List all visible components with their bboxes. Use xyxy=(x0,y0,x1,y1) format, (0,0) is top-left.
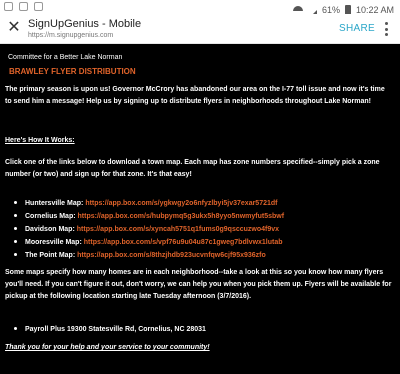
more-options-icon[interactable] xyxy=(383,20,389,38)
pickup-address: Payroll Plus 19300 Statesville Rd, Corne… xyxy=(25,326,206,333)
intro-paragraph: The primary season is upon us! Governor … xyxy=(5,86,385,105)
page-title-area: SignUpGenius - Mobile https://m.signupge… xyxy=(28,17,288,40)
pickup-location: Payroll Plus 19300 Statesville Rd, Corne… xyxy=(14,324,206,336)
pickup-paragraph: Some maps specify how many homes are in … xyxy=(5,269,392,300)
status-bar: 61% 10:22 AM xyxy=(0,0,400,19)
map-links-list: Huntersville Map: https://app.box.com/s/… xyxy=(14,198,394,263)
map-link-mooresville[interactable]: https://app.box.com/s/vpf76u9u04u87c1gwe… xyxy=(84,239,283,246)
map-link-the-point[interactable]: https://app.box.com/s/8thzjhdb923ucvnfqw… xyxy=(77,252,266,259)
page-title: SignUpGenius - Mobile xyxy=(28,18,142,30)
list-item: Huntersville Map: https://app.box.com/s/… xyxy=(14,198,394,211)
gallery-icon xyxy=(34,2,43,11)
list-item: The Point Map: https://app.box.com/s/8th… xyxy=(14,250,394,263)
thank-you-note: Thank you for your help and your service… xyxy=(5,344,210,351)
list-item: Mooresville Map: https://app.box.com/s/v… xyxy=(14,237,394,250)
page-content: Committee for a Better Lake Norman BRAWL… xyxy=(0,44,400,374)
page-heading: BRAWLEY FLYER DISTRIBUTION xyxy=(9,67,136,76)
map-label: Davidson Map: xyxy=(25,226,75,233)
close-icon[interactable]: ✕ xyxy=(6,20,22,36)
notification-icon xyxy=(4,2,13,11)
how-it-works-heading: Here's How It Works: xyxy=(5,137,75,144)
map-label: Huntersville Map: xyxy=(25,200,84,207)
map-label: Mooresville Map: xyxy=(25,239,82,246)
list-item: Davidson Map: https://app.box.com/s/xync… xyxy=(14,224,394,237)
share-button[interactable]: SHARE xyxy=(339,23,375,34)
list-item: Cornelius Map: https://app.box.com/s/hub… xyxy=(14,211,394,224)
map-link-cornelius[interactable]: https://app.box.com/s/hubpymq5g3ukx5h8yy… xyxy=(78,213,285,220)
mail-icon xyxy=(19,2,28,11)
map-link-huntersville[interactable]: https://app.box.com/s/ygkwgy2o6nfyzlbyi5… xyxy=(85,200,277,207)
page-url: https://m.signupgenius.com xyxy=(28,32,114,39)
map-label: Cornelius Map: xyxy=(25,213,76,220)
notification-icons xyxy=(4,2,43,11)
organization-name: Committee for a Better Lake Norman xyxy=(8,54,123,61)
map-link-davidson[interactable]: https://app.box.com/s/xyncah5751q1fums0g… xyxy=(77,226,279,233)
wifi-icon xyxy=(292,6,303,14)
instructions-paragraph: Click one of the links below to download… xyxy=(5,159,380,178)
custom-tab-toolbar: ✕ SignUpGenius - Mobile https://m.signup… xyxy=(0,14,400,44)
map-label: The Point Map: xyxy=(25,252,76,259)
